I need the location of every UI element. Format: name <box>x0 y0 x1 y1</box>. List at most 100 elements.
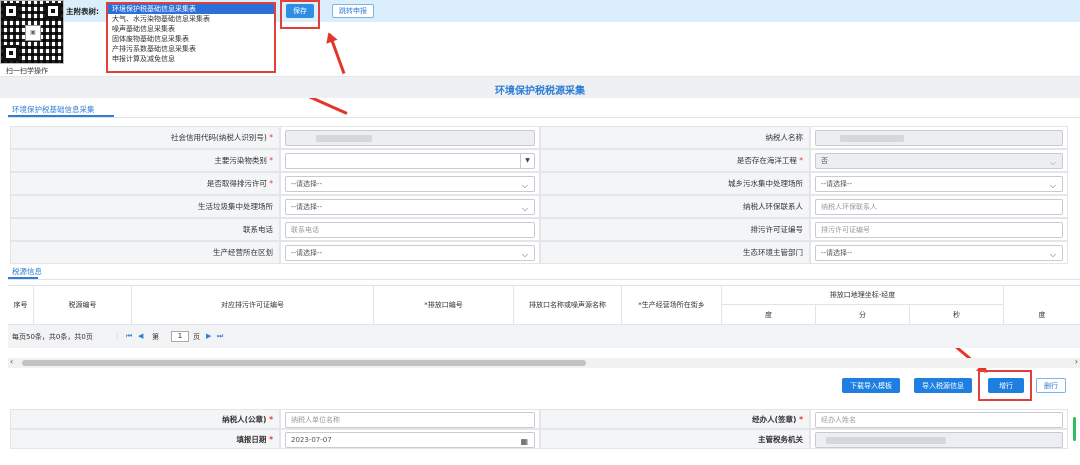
page-number-input[interactable]: 1 <box>171 331 189 342</box>
pollutant-type-select[interactable]: ▼ <box>285 153 535 169</box>
save-button[interactable]: 保存 <box>286 4 314 18</box>
select-value: --请选择-- <box>821 249 853 257</box>
tax-authority-label: 主管税务机关 <box>540 429 810 449</box>
form-tree-listbox[interactable]: 环境保护税基础信息采集表 大气、水污染物基础信息采集表 噪声基础信息采集表 固体… <box>106 2 276 73</box>
phone-input[interactable]: 联系电话 <box>285 222 535 238</box>
select-value: --请选择-- <box>291 203 323 211</box>
agent-input[interactable]: 经办人姓名 <box>815 412 1063 428</box>
form-row: 是否取得排污许可 * --请选择-- ⌵ 城乡污水集中处理场所 --请选择-- ⌵ <box>10 172 1068 195</box>
form-option[interactable]: 噪声基础信息采集表 <box>108 24 274 34</box>
tab-basic-info[interactable]: 环境保护税基础信息采集 <box>12 104 95 115</box>
required-mark: * <box>269 133 273 142</box>
tax-source-collection-page: ▣ 扫一扫学操作 主附表树: 环境保护税基础信息采集表 大气、水污染物基础信息采… <box>0 0 1080 465</box>
col-street: *生产经营场所在街乡 <box>622 286 722 324</box>
credit-code-field[interactable] <box>285 130 535 146</box>
col-geo-longitude: 排放口地理坐标-经度 <box>722 286 1004 305</box>
col-sec: 秒 <box>910 305 1004 324</box>
scrollbar-thumb[interactable] <box>22 360 586 366</box>
taxpayer-seal-cell: 纳税人单位名称 <box>280 409 540 429</box>
next-page-icon[interactable]: ▶ <box>206 332 211 340</box>
eco-dept-cell: --请选择-- ⌵ <box>810 241 1068 264</box>
sewage-site-select[interactable]: --请选择-- ⌵ <box>815 176 1063 192</box>
annotation-arrow-to-save <box>328 33 346 75</box>
add-row-button[interactable]: 增行 <box>988 378 1024 393</box>
chevron-down-icon: ⌵ <box>1049 250 1056 259</box>
permit-no-label: 排污许可证编号 <box>540 218 810 241</box>
form-tree-label: 主附表树: <box>66 7 99 16</box>
calendar-icon[interactable]: ▦ <box>520 435 528 449</box>
label-text: 主要污染物类别 <box>214 156 267 165</box>
jump-declare-button[interactable]: 跳转申报 <box>332 4 374 18</box>
garbage-site-cell: --请选择-- ⌵ <box>280 195 540 218</box>
agent-cell: 经办人姓名 <box>810 409 1068 429</box>
prev-page-icon[interactable]: ◀ <box>138 332 143 340</box>
page-title-bar: 环境保护税税源采集 <box>0 76 1080 98</box>
credit-code-cell <box>280 126 540 149</box>
form-row: 生产经营所在区划 --请选择-- ⌵ 生态环境主管部门 --请选择-- ⌵ <box>10 241 1068 264</box>
date-value: 2023-07-07 <box>291 436 332 444</box>
ocean-project-select[interactable]: 否 ⌵ <box>815 153 1063 169</box>
label-text: 填报日期 <box>236 435 267 444</box>
eco-dept-label: 生态环境主管部门 <box>540 241 810 264</box>
label-text: 联系电话 <box>243 225 273 234</box>
eco-dept-select[interactable]: --请选择-- ⌵ <box>815 245 1063 261</box>
taxpayer-seal-input[interactable]: 纳税人单位名称 <box>285 412 535 428</box>
label-text: 主管税务机关 <box>758 435 803 444</box>
scroll-right-icon[interactable]: › <box>1075 357 1078 366</box>
form-option[interactable]: 大气、水污染物基础信息采集表 <box>108 14 274 24</box>
required-mark: * <box>799 156 803 165</box>
redacted-value <box>316 135 372 142</box>
permit-no-cell: 排污许可证编号 <box>810 218 1068 241</box>
download-template-button[interactable]: 下载导入模板 <box>842 378 900 393</box>
garbage-site-select[interactable]: --请选择-- ⌵ <box>285 199 535 215</box>
label-text: 纳税人名称 <box>765 133 804 142</box>
label-text: 纳税人(公章) <box>222 415 267 424</box>
table-horizontal-scrollbar[interactable]: ‹ › <box>8 357 1080 368</box>
tax-authority-field[interactable] <box>815 432 1063 448</box>
chevron-down-icon: ⌵ <box>521 250 528 259</box>
env-contact-label: 纳税人环保联系人 <box>540 195 810 218</box>
form-option[interactable]: 固体废物基础信息采集表 <box>108 34 274 44</box>
scroll-left-icon[interactable]: ‹ <box>10 357 13 366</box>
label-text: 排污许可证编号 <box>750 225 804 234</box>
garbage-site-label: 生活垃圾集中处理场所 <box>10 195 280 218</box>
chevron-down-icon: ⌵ <box>1049 158 1056 167</box>
permit-no-input[interactable]: 排污许可证编号 <box>815 222 1063 238</box>
phone-label: 联系电话 <box>10 218 280 241</box>
permit-select[interactable]: --请选择-- ⌵ <box>285 176 535 192</box>
required-mark: * <box>799 415 803 424</box>
redacted-value <box>826 437 946 444</box>
first-page-icon[interactable]: ⏮ <box>126 332 132 341</box>
taxpayer-name-field[interactable] <box>815 130 1063 146</box>
col-outlet-name: 排放口名称或噪声源名称 <box>514 286 622 324</box>
import-source-button[interactable]: 导入税源信息 <box>914 378 972 393</box>
last-page-icon[interactable]: ⏭ <box>217 332 223 341</box>
label-text: 社会信用代码(纳税人识别号) <box>171 133 267 142</box>
form-row: 主要污染物类别 * ▼ 是否存在海洋工程 * 否 ⌵ <box>10 149 1068 172</box>
required-mark: * <box>269 179 273 188</box>
env-contact-input[interactable]: 纳税人环保联系人 <box>815 199 1063 215</box>
form-option[interactable]: 产排污系数基础信息采集表 <box>108 44 274 54</box>
form-row: 联系电话 联系电话 排污许可证编号 排污许可证编号 <box>10 218 1068 241</box>
label-text: 生产经营所在区划 <box>213 248 273 257</box>
label-text: 生态环境主管部门 <box>743 248 803 257</box>
form-option[interactable]: 环境保护税基础信息采集表 <box>108 4 274 14</box>
delete-row-button[interactable]: 删行 <box>1036 378 1066 393</box>
qr-finder-top-right <box>45 3 61 19</box>
pager-summary: 每页50条，共0条，共0页 <box>12 333 93 341</box>
pollutant-type-cell: ▼ <box>280 149 540 172</box>
col-permit-no: 对应排污许可证编号 <box>132 286 374 324</box>
label-text: 经办人(签章) <box>752 415 797 424</box>
select-value: --请选择-- <box>291 249 323 257</box>
fill-date-input[interactable]: 2023-07-07 ▦ <box>285 432 535 448</box>
form-option[interactable]: 申报计算及减免信息 <box>108 54 274 64</box>
select-value: --请选择-- <box>291 180 323 188</box>
label-text: 纳税人环保联系人 <box>743 202 803 211</box>
district-select[interactable]: --请选择-- ⌵ <box>285 245 535 261</box>
env-contact-cell: 纳税人环保联系人 <box>810 195 1068 218</box>
qr-logo: ▣ <box>25 25 41 41</box>
table-pager: 每页50条，共0条，共0页 | ⏮ ◀ 第 1 页 ▶ ⏭ <box>8 324 1080 348</box>
tab-source-info[interactable]: 税源信息 <box>12 266 42 277</box>
label-text: 是否存在海洋工程 <box>736 156 797 165</box>
source-table-header: 序号 税源编号 对应排污许可证编号 *排放口编号 排放口名称或噪声源名称 *生产… <box>8 285 1080 324</box>
